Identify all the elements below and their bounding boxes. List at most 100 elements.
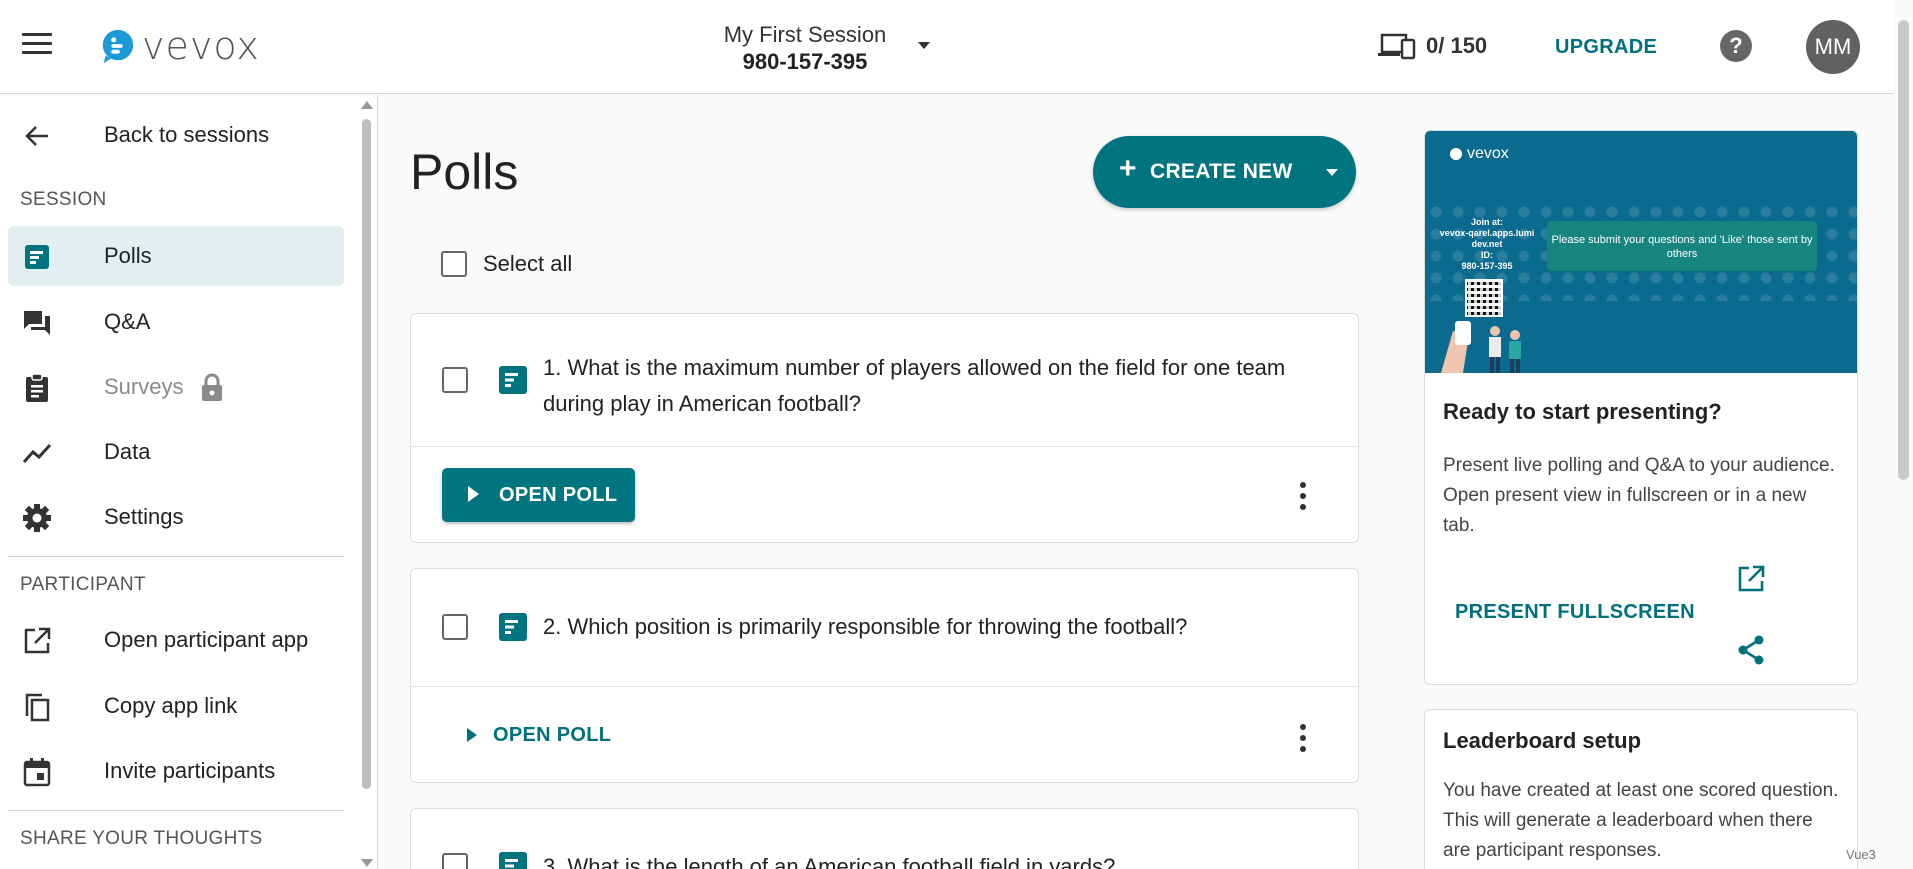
poll-card: 3. What is the length of an American foo…	[410, 808, 1359, 869]
poll-card: 2. Which position is primarily responsib…	[410, 568, 1359, 783]
open-poll-button[interactable]: OPEN POLL	[442, 468, 635, 522]
poll-checkbox[interactable]	[442, 614, 468, 640]
vevox-logo[interactable]: vevox	[98, 24, 260, 68]
leaderboard-card: Leaderboard setup You have created at le…	[1424, 709, 1858, 869]
top-bar: vevox My First Session 980-157-395 0/ 15…	[0, 0, 1913, 94]
sidebar-item-label: Data	[104, 439, 151, 464]
more-options-icon[interactable]	[1291, 724, 1315, 756]
sidebar-item-copy-app-link[interactable]: Copy app link	[8, 676, 344, 736]
open-poll-label: OPEN POLL	[499, 484, 618, 506]
sidebar-item-polls[interactable]: Polls	[8, 226, 344, 286]
external-link-icon	[24, 627, 51, 654]
create-new-label: CREATE NEW	[1150, 160, 1293, 183]
poll-card-header: 1. What is the maximum number of players…	[411, 314, 1358, 447]
section-session: SESSION	[20, 189, 107, 210]
session-name: My First Session	[723, 22, 887, 47]
preview-logo: vevox	[1449, 145, 1509, 163]
scroll-up-icon[interactable]	[361, 101, 373, 109]
page-title: Polls	[410, 144, 519, 200]
vevox-logo-icon	[1450, 148, 1462, 160]
section-participant: PARTICIPANT	[20, 574, 146, 595]
user-avatar[interactable]: MM	[1806, 20, 1860, 74]
present-card: vevox Join at: vevox-qarel.apps.lumi dev…	[1424, 130, 1858, 685]
poll-icon	[25, 245, 49, 269]
sidebar-item-label: Settings	[104, 504, 184, 529]
vevox-logo-icon	[102, 29, 134, 64]
page-scrollbar-thumb[interactable]	[1898, 20, 1909, 480]
sidebar: Back to sessions SESSION Polls Q&A Surve…	[0, 95, 378, 869]
create-new-button[interactable]: + CREATE NEW	[1093, 136, 1356, 208]
poll-question[interactable]: 1. What is the maximum number of players…	[543, 350, 1333, 422]
copy-icon	[25, 693, 50, 722]
back-label: Back to sessions	[104, 122, 270, 147]
scroll-down-icon[interactable]	[361, 859, 373, 867]
present-fullscreen-button[interactable]: PRESENT FULLSCREEN	[1455, 601, 1695, 624]
clipboard-icon	[26, 373, 48, 402]
devices-icon	[1378, 33, 1416, 60]
select-all[interactable]: Select all	[441, 251, 572, 277]
poll-question[interactable]: 3. What is the length of an American foo…	[543, 849, 1333, 869]
share-icon[interactable]	[1735, 634, 1767, 666]
participant-counter: 0/ 150	[1378, 30, 1487, 62]
select-all-label: Select all	[483, 251, 573, 276]
more-options-icon[interactable]	[1291, 482, 1315, 514]
upgrade-link[interactable]: UPGRADE	[1555, 36, 1657, 59]
present-description: Present live polling and Q&A to your aud…	[1443, 455, 1835, 536]
trend-icon	[22, 443, 52, 464]
poll-checkbox[interactable]	[442, 367, 468, 393]
preview-logo-text: vevox	[1467, 145, 1509, 162]
preview-id: 980-157-395	[1461, 261, 1513, 271]
people-illustration-icon	[1441, 321, 1521, 373]
participant-count: 0/ 150	[1426, 33, 1488, 58]
chevron-down-icon	[918, 42, 930, 49]
gear-icon	[23, 504, 51, 532]
sidebar-divider	[8, 556, 344, 557]
play-icon	[467, 728, 477, 742]
back-to-sessions[interactable]: Back to sessions	[8, 105, 344, 165]
poll-question[interactable]: 2. Which position is primarily responsib…	[543, 609, 1333, 645]
sidebar-item-qa[interactable]: Q&A	[8, 292, 344, 352]
sidebar-item-label: Open participant app	[104, 627, 309, 652]
session-selector[interactable]: My First Session 980-157-395	[700, 22, 950, 76]
version-label: Vue3	[1846, 847, 1876, 862]
poll-checkbox[interactable]	[442, 853, 468, 869]
select-all-checkbox[interactable]	[441, 251, 467, 277]
preview-url: vevox-qarel.apps.lumi dev.net	[1439, 228, 1535, 249]
preview-message: Please submit your questions and 'Like' …	[1547, 221, 1817, 271]
present-preview[interactable]: vevox Join at: vevox-qarel.apps.lumi dev…	[1425, 131, 1857, 373]
play-icon	[468, 486, 479, 502]
sidebar-item-label: Invite participants	[104, 758, 276, 783]
leaderboard-description: You have created at least one scored que…	[1443, 780, 1839, 861]
arrow-left-icon	[25, 126, 48, 146]
poll-icon	[499, 852, 527, 869]
session-id: 980-157-395	[742, 49, 868, 74]
sidebar-divider	[8, 810, 344, 811]
open-poll-label: OPEN POLL	[493, 724, 612, 746]
sidebar-item-label: Copy app link	[104, 693, 238, 718]
sidebar-item-surveys[interactable]: Surveys	[8, 357, 344, 417]
sidebar-item-settings[interactable]: Settings	[8, 487, 344, 547]
calendar-icon	[23, 758, 51, 787]
external-link-icon[interactable]	[1735, 563, 1767, 595]
section-share: SHARE YOUR THOUGHTS	[20, 828, 263, 849]
preview-join-label: Join at:	[1470, 217, 1503, 227]
preview-join-info: Join at: vevox-qarel.apps.lumi dev.net I…	[1431, 217, 1543, 272]
sidebar-scroll-thumb[interactable]	[362, 119, 371, 789]
menu-icon[interactable]	[22, 33, 52, 59]
sidebar-item-label: Surveys	[104, 374, 184, 399]
present-title: Ready to start presenting?	[1443, 399, 1722, 424]
poll-icon	[499, 613, 527, 641]
logo-text: vevox	[142, 24, 260, 68]
plus-icon: +	[1119, 152, 1137, 185]
sidebar-item-invite-participants[interactable]: Invite participants	[8, 741, 344, 801]
sidebar-item-data[interactable]: Data	[8, 422, 344, 482]
poll-card-header: 2. Which position is primarily responsib…	[411, 569, 1358, 687]
chevron-down-icon[interactable]	[1326, 169, 1338, 176]
poll-card: 1. What is the maximum number of players…	[410, 313, 1359, 543]
lock-icon	[202, 373, 222, 401]
sidebar-item-open-participant-app[interactable]: Open participant app	[8, 610, 344, 670]
sidebar-item-label: Q&A	[104, 309, 151, 334]
help-icon[interactable]: ?	[1720, 30, 1752, 62]
preview-id-label: ID:	[1481, 250, 1493, 260]
sidebar-item-label: Polls	[104, 243, 152, 268]
